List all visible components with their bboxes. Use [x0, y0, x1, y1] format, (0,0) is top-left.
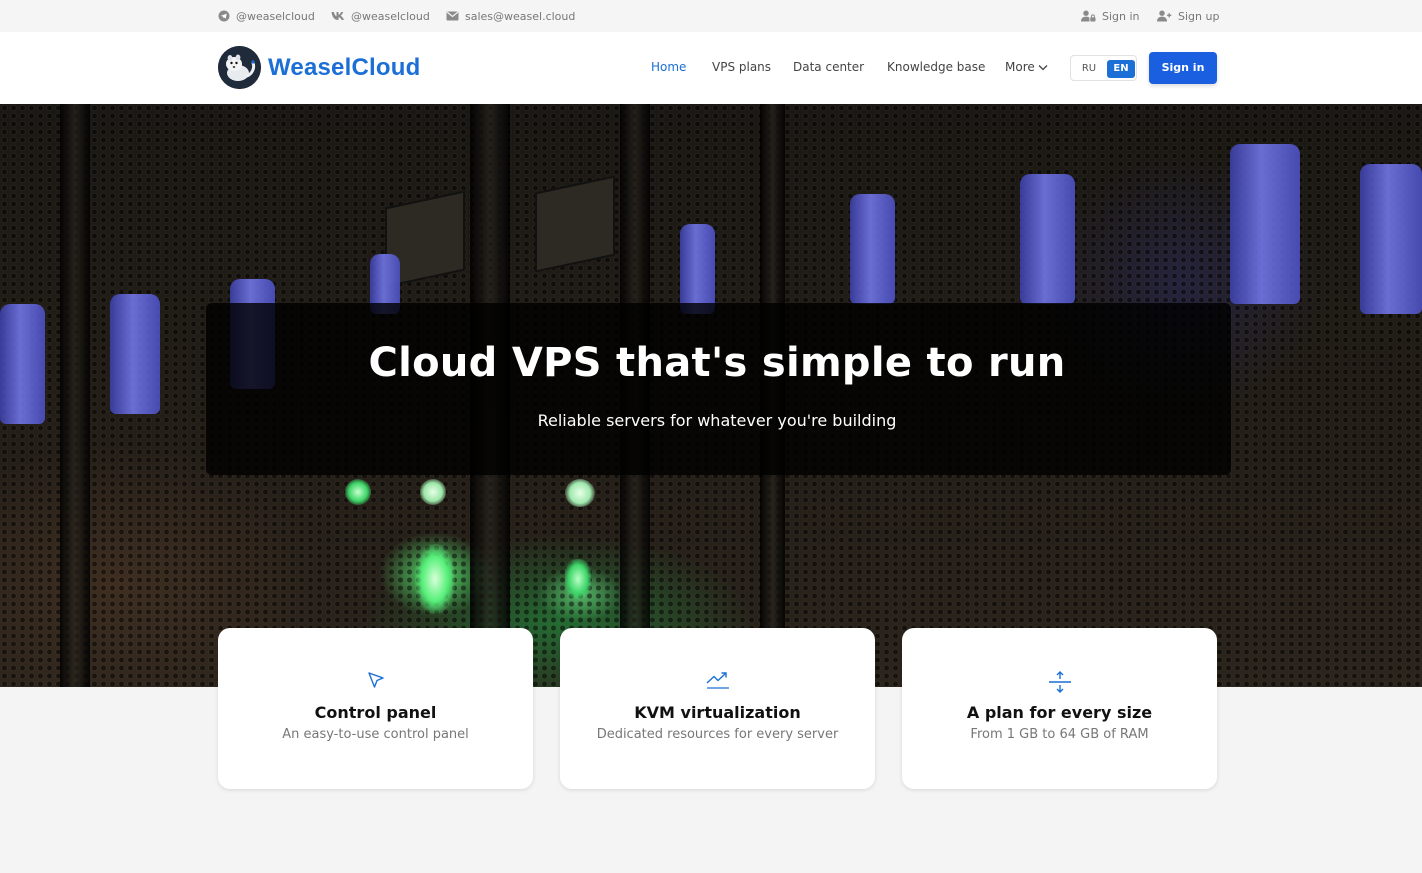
hero-subtitle: Reliable servers for whatever you're bui…	[537, 411, 897, 430]
weasel-logo-icon	[218, 46, 261, 89]
topbar-signup-label: Sign up	[1178, 9, 1220, 23]
lang-ru-button[interactable]: RU	[1076, 60, 1102, 78]
brand-name: WeaselCloud	[268, 53, 421, 81]
telegram-handle: @weaselcloud	[236, 9, 315, 23]
nav-data-center[interactable]: Data center	[793, 60, 864, 74]
feature-title: KVM virtualization	[634, 703, 801, 722]
vk-link[interactable]: @weaselcloud	[331, 8, 430, 24]
hero-text-panel	[206, 303, 1231, 475]
feature-description: An easy-to-use control panel	[282, 727, 469, 742]
nav-more-label: More	[1005, 60, 1035, 74]
email-address: sales@weasel.cloud	[465, 9, 576, 23]
feature-card-plans: A plan for every size From 1 GB to 64 GB…	[902, 628, 1217, 789]
topbar-signin-link[interactable]: Sign in	[1081, 8, 1140, 24]
vk-handle: @weaselcloud	[351, 9, 430, 23]
user-plus-icon	[1157, 10, 1172, 22]
vk-icon	[331, 12, 344, 20]
language-switcher: RU EN	[1070, 55, 1137, 81]
signin-button[interactable]: Sign in	[1149, 52, 1217, 84]
nav-more-dropdown[interactable]: More	[1005, 60, 1048, 74]
brand-logo[interactable]: WeaselCloud	[218, 46, 420, 89]
feature-title: A plan for every size	[966, 703, 1153, 722]
lang-en-button[interactable]: EN	[1107, 60, 1135, 78]
hero-title: Cloud VPS that's simple to run	[368, 340, 1066, 386]
topbar-signin-label: Sign in	[1102, 9, 1140, 23]
nav-home[interactable]: Home	[651, 60, 686, 74]
feature-title: Control panel	[314, 703, 437, 722]
email-link[interactable]: sales@weasel.cloud	[446, 8, 575, 24]
nav-vps-plans[interactable]: VPS plans	[712, 60, 771, 74]
feature-description: From 1 GB to 64 GB of RAM	[970, 727, 1149, 742]
main-navbar: WeaselCloud Home VPS plans Data center K…	[0, 32, 1422, 104]
expand-vertical-icon	[1048, 671, 1071, 693]
hero-section: Cloud VPS that's simple to run Reliable …	[0, 104, 1422, 687]
top-bar: @weaselcloud @weaselcloud sales@weasel.c…	[0, 0, 1422, 32]
trending-up-icon	[706, 672, 729, 689]
cursor-arrow-icon	[367, 672, 384, 688]
telegram-icon	[218, 10, 230, 22]
feature-description: Dedicated resources for every server	[596, 727, 839, 742]
topbar-signup-link[interactable]: Sign up	[1157, 8, 1219, 24]
nav-knowledge-base[interactable]: Knowledge base	[887, 60, 985, 74]
telegram-link[interactable]: @weaselcloud	[218, 8, 315, 24]
envelope-icon	[446, 11, 459, 21]
feature-card-control-panel: Control panel An easy-to-use control pan…	[218, 628, 533, 789]
feature-card-kvm: KVM virtualization Dedicated resources f…	[560, 628, 875, 789]
chevron-down-icon	[1038, 64, 1048, 70]
user-lock-icon	[1081, 10, 1096, 22]
